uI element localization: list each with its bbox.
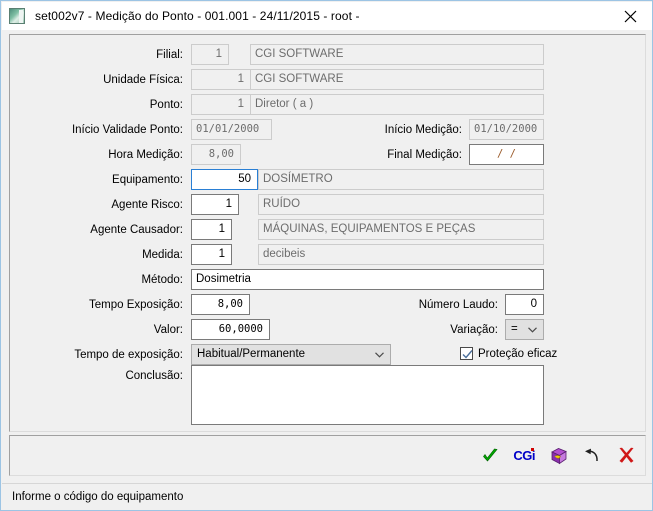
- input-ponto[interactable]: 1: [191, 94, 251, 115]
- input-agente-risco-descricao[interactable]: RUÍDO: [258, 194, 544, 215]
- checkbox-box: [460, 347, 473, 360]
- label-final-medicao: Final Medição:: [387, 149, 462, 161]
- label-tempo-exposicao: Tempo Exposição:: [89, 299, 183, 311]
- close-button[interactable]: [608, 2, 652, 30]
- input-agente-causador-descricao[interactable]: MÁQUINAS, EQUIPAMENTOS E PEÇAS: [258, 219, 544, 240]
- undo-button[interactable]: [581, 445, 603, 467]
- label-unidade-fisica: Unidade Física:: [103, 74, 183, 86]
- label-agente-causador: Agente Causador:: [90, 224, 183, 236]
- select-variacao[interactable]: =: [505, 319, 544, 340]
- label-variacao: Variação:: [450, 324, 498, 336]
- logo-dot-icon: [531, 448, 534, 451]
- label-inicio-medicao: Início Medição:: [384, 124, 462, 136]
- cgi-logo-button[interactable]: CGi: [513, 448, 535, 462]
- form-panel: Filial: 1 CGI SOFTWARE Unidade Física: 1…: [9, 34, 646, 432]
- input-numero-laudo[interactable]: 0: [505, 294, 544, 315]
- label-inicio-validade-ponto: Início Validade Ponto:: [71, 124, 183, 136]
- input-agente-causador[interactable]: 1: [191, 219, 232, 240]
- label-equipamento: Equipamento:: [112, 174, 183, 186]
- toolbar-actions: CGi: [479, 436, 637, 475]
- input-inicio-medicao[interactable]: 01/10/2000: [469, 119, 544, 140]
- select-variacao-value: =: [511, 323, 518, 335]
- input-medida-descricao[interactable]: decibeis: [258, 244, 544, 265]
- input-equipamento[interactable]: 50: [191, 169, 258, 190]
- input-ponto-descricao[interactable]: Diretor ( a ): [250, 94, 544, 115]
- label-valor: Valor:: [153, 324, 183, 336]
- select-tempo-de-exposicao[interactable]: Habitual/Permanente: [191, 344, 391, 365]
- check-icon: [462, 350, 473, 359]
- input-hora-medicao[interactable]: 8,00: [191, 144, 241, 165]
- input-medida[interactable]: 1: [191, 244, 232, 265]
- select-tempo-de-exposicao-value: Habitual/Permanente: [197, 348, 306, 360]
- checkbox-protecao-eficaz-label: Proteção eficaz: [478, 347, 558, 360]
- close-x-icon: [619, 447, 633, 463]
- label-hora-medicao: Hora Medição:: [108, 149, 183, 161]
- dialog-window: set002v7 - Medição do Ponto - 001.001 - …: [0, 0, 653, 511]
- label-tempo-de-exposicao: Tempo de exposição:: [74, 349, 183, 361]
- input-equipamento-descricao[interactable]: DOSÍMETRO: [258, 169, 544, 190]
- input-valor[interactable]: 60,0000: [191, 319, 270, 340]
- title-bar: set002v7 - Medição do Ponto - 001.001 - …: [2, 2, 652, 30]
- input-agente-risco[interactable]: 1: [191, 194, 239, 215]
- toolbar-panel: CGi: [9, 435, 646, 476]
- label-medida: Medida:: [142, 249, 183, 261]
- checkbox-protecao-eficaz[interactable]: Proteção eficaz: [460, 347, 557, 360]
- check-icon: [482, 448, 498, 461]
- status-bar: Informe o código do equipamento: [2, 483, 652, 510]
- close-icon: [624, 10, 637, 22]
- window-title: set002v7 - Medição do Ponto - 001.001 - …: [35, 9, 360, 23]
- input-unidade-fisica[interactable]: 1: [191, 69, 251, 90]
- undo-icon: [584, 448, 598, 461]
- input-tempo-exposicao[interactable]: 8,00: [191, 294, 250, 315]
- input-unidade-fisica-descricao[interactable]: CGI SOFTWARE: [250, 69, 544, 90]
- input-filial[interactable]: 1: [191, 44, 229, 65]
- cancel-button[interactable]: [615, 445, 637, 467]
- label-ponto: Ponto:: [149, 99, 183, 111]
- app-icon: [9, 8, 25, 24]
- label-filial: Filial:: [156, 49, 183, 61]
- input-final-medicao[interactable]: / /: [469, 144, 544, 165]
- label-conclusao: Conclusão:: [125, 370, 183, 382]
- input-inicio-validade-ponto[interactable]: 01/01/2000: [191, 119, 272, 140]
- package-icon: [550, 447, 567, 464]
- label-metodo: Método:: [141, 274, 183, 286]
- package-button[interactable]: [547, 445, 569, 467]
- textarea-conclusao[interactable]: [191, 365, 544, 425]
- label-numero-laudo: Número Laudo:: [418, 299, 498, 311]
- input-metodo[interactable]: Dosimetria: [191, 269, 544, 290]
- input-filial-descricao[interactable]: CGI SOFTWARE: [250, 44, 544, 65]
- status-message: Informe o código do equipamento: [12, 491, 184, 503]
- chevron-down-icon: [375, 345, 384, 364]
- label-agente-risco: Agente Risco:: [111, 199, 183, 211]
- confirm-button[interactable]: [479, 445, 501, 467]
- chevron-down-icon: [528, 320, 537, 339]
